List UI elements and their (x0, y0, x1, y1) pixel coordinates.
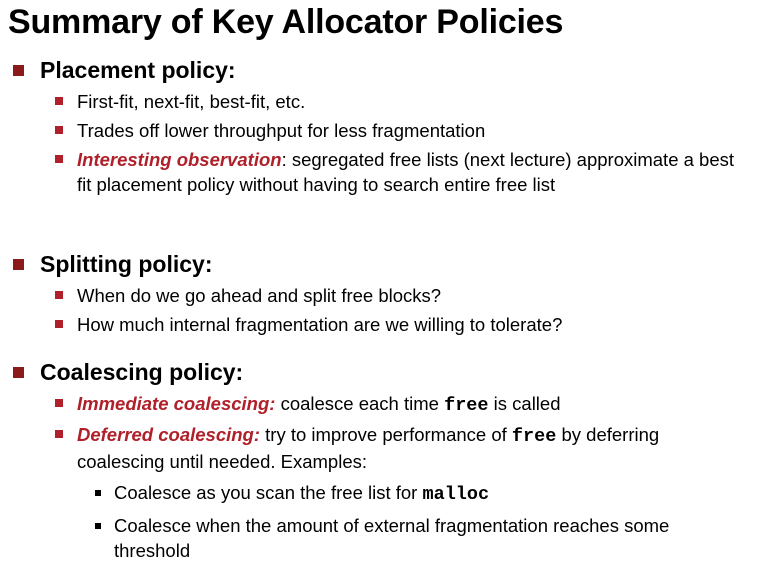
square-bullet-icon (55, 155, 63, 163)
square-bullet-icon (55, 430, 63, 438)
section-title: Splitting policy: (40, 251, 213, 277)
code-free: free (444, 395, 489, 416)
square-bullet-icon (55, 97, 63, 105)
list-item-text: Trades off lower throughput for less fra… (77, 120, 486, 141)
section-header: Placement policy: (0, 55, 758, 85)
observation-label: Interesting observation (77, 149, 282, 170)
sub-list-item: Coalesce as you scan the free list for m… (0, 480, 758, 507)
sub-item-text: Coalesce when the amount of external fra… (114, 515, 670, 561)
square-bullet-icon (55, 399, 63, 407)
sub-list-item: Coalesce when the amount of external fra… (0, 513, 758, 563)
square-bullet-icon (95, 523, 101, 529)
section-placement-policy: Placement policy: First-fit, next-fit, b… (0, 55, 758, 197)
list-item: First-fit, next-fit, best-fit, etc. (0, 89, 758, 114)
square-bullet-icon (55, 320, 63, 328)
code-free: free (511, 426, 557, 447)
square-bullet-icon (13, 259, 24, 270)
slide: Summary of Key Allocator Policies Placem… (0, 0, 758, 561)
list-item-text: First-fit, next-fit, best-fit, etc. (77, 91, 306, 112)
section-coalescing-policy: Coalescing policy: Immediate coalescing:… (0, 357, 758, 563)
list-item: Immediate coalescing: coalesce each time… (0, 391, 758, 418)
list-item: Trades off lower throughput for less fra… (0, 118, 758, 143)
square-bullet-icon (13, 65, 24, 76)
list-item: How much internal fragmentation are we w… (0, 312, 758, 337)
immediate-coalescing-label: Immediate coalescing: (77, 393, 276, 414)
immediate-text-part: coalesce each time (275, 393, 445, 414)
list-item: Deferred coalescing: try to improve perf… (0, 422, 758, 474)
square-bullet-icon (13, 367, 24, 378)
square-bullet-icon (55, 126, 63, 134)
list-item-text: When do we go ahead and split free block… (77, 285, 442, 306)
deferred-coalescing-label: Deferred coalescing: (77, 424, 261, 445)
section-header: Coalescing policy: (0, 357, 758, 387)
sub-item-text: Coalesce as you scan the free list for (114, 482, 423, 503)
square-bullet-icon (55, 291, 63, 299)
list-item: Interesting observation: segregated free… (0, 147, 758, 197)
immediate-text-part: is called (488, 393, 561, 414)
code-malloc: malloc (422, 484, 490, 505)
list-item: When do we go ahead and split free block… (0, 283, 758, 308)
list-item-text: How much internal fragmentation are we w… (77, 314, 563, 335)
section-title: Coalescing policy: (40, 359, 244, 385)
section-title: Placement policy: (40, 57, 236, 83)
deferred-text-part: try to improve performance of (260, 424, 512, 445)
section-splitting-policy: Splitting policy: When do we go ahead an… (0, 249, 758, 337)
slide-title: Summary of Key Allocator Policies (8, 3, 564, 41)
square-bullet-icon (95, 490, 101, 496)
section-header: Splitting policy: (0, 249, 758, 279)
